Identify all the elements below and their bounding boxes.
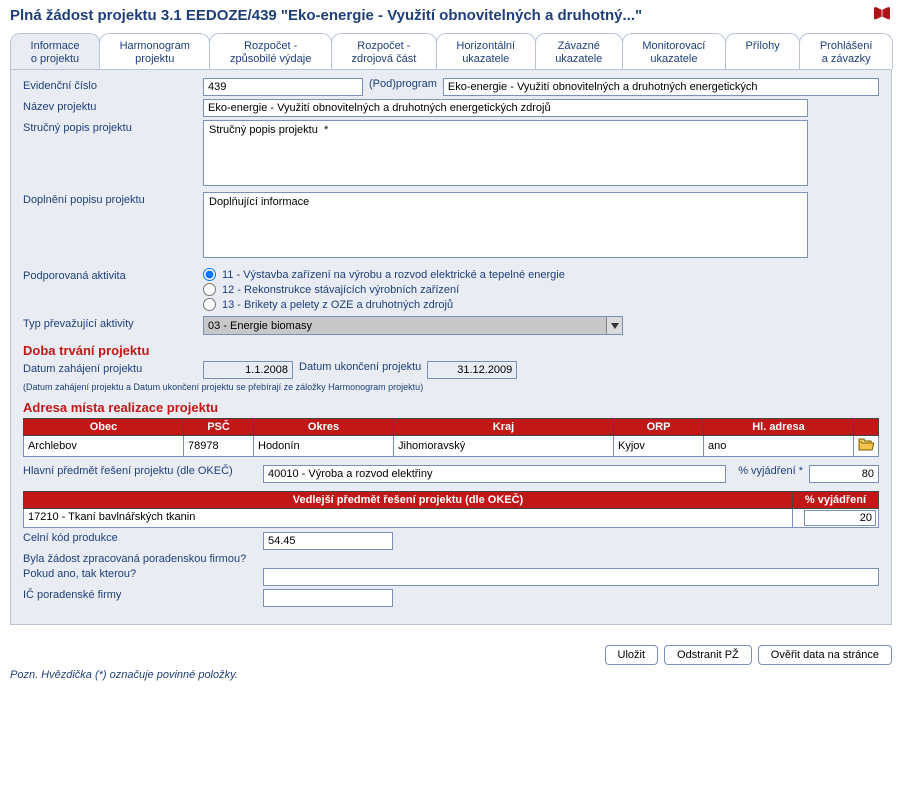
label-podpor: Podporovaná aktivita [23,268,203,282]
pokud-input[interactable] [263,568,879,586]
label-ic: IČ poradenské firmy [23,589,263,601]
th-orp: ORP [614,419,704,436]
th-hladresa: Hl. adresa [704,419,854,436]
tab-informace[interactable]: Informaceo projektu [10,33,100,69]
ukonceni-input [427,361,517,379]
strucny-textarea[interactable] [203,120,808,186]
vedlejsi-row: 17210 - Tkaní bavlnářských tkanin [23,509,879,528]
save-button[interactable]: Uložit [605,645,659,665]
label-doplneni: Doplnění popisu projektu [23,192,203,206]
footnote: Pozn. Hvězdička (*) označuje povinné pol… [0,669,902,691]
label-byla: Byla žádost zpracovaná poradenskou firmo… [23,553,263,565]
label-celni: Celní kód produkce [23,532,263,544]
help-book-icon[interactable] [872,6,892,25]
radio-12[interactable] [203,283,216,296]
podprogram-input[interactable] [443,78,879,96]
section-doba: Doba trvání projektu [23,343,879,358]
open-folder-icon[interactable] [854,436,879,457]
delete-button[interactable]: Odstranit PŽ [664,645,752,665]
label-pokud: Pokud ano, tak kterou? [23,568,263,580]
th-action [854,419,879,436]
chevron-down-icon[interactable] [606,317,622,334]
tab-zavazne[interactable]: Závaznéukazatele [535,33,623,69]
tab-harmonogram[interactable]: Harmonogramprojektu [99,33,210,69]
radio-13[interactable] [203,298,216,311]
th-okres: Okres [254,419,394,436]
label-zahajeni: Datum zahájení projektu [23,361,203,375]
label-podprogram: (Pod)program [363,78,443,90]
radio-11[interactable] [203,268,216,281]
evid-input[interactable] [203,78,363,96]
verify-button[interactable]: Ověřit data na stránce [758,645,892,665]
vedlejsi-pct-input[interactable] [804,510,876,526]
tab-prohlaseni[interactable]: Prohlášenía závazky [799,33,893,69]
label-ukonceni: Datum ukončení projektu [293,361,427,373]
hlavni-predmet-input[interactable] [263,465,726,483]
section-adresa: Adresa místa realizace projektu [23,400,879,415]
th-obec: Obec [24,419,184,436]
tab-prilohy[interactable]: Přílohy [725,33,800,69]
label-typ: Typ převažující aktivity [23,316,203,330]
tab-rozpocet-vydaje[interactable]: Rozpočet -způsobilé výdaje [209,33,331,69]
th-kraj: Kraj [394,419,614,436]
page-title: Plná žádost projektu 3.1 EEDOZE/439 "Eko… [10,7,642,24]
form-panel: Evidenční číslo (Pod)program Název proje… [10,69,892,625]
tab-rozpocet-zdroj[interactable]: Rozpočet -zdrojová část [331,33,437,69]
address-table: Obec PSČ Okres Kraj ORP Hl. adresa Archl… [23,418,879,457]
vyjadreni-input[interactable] [809,465,879,483]
tab-monitorovaci[interactable]: Monitorovacíukazatele [622,33,726,69]
ic-input[interactable] [263,589,393,607]
tabs: Informaceo projektu Harmonogramprojektu … [10,33,892,69]
doplneni-textarea[interactable] [203,192,808,258]
label-evid: Evidenční číslo [23,78,203,92]
zahajeni-input [203,361,293,379]
doba-note: (Datum zahájení projektu a Datum ukončen… [23,382,879,392]
typ-select[interactable]: 03 - Energie biomasy [203,316,623,335]
label-vyjadreni: % vyjádření * [732,465,809,477]
table-row: Archlebov 78978 Hodonín Jihomoravský Kyj… [24,436,879,457]
vedlejsi-header: Vedlejší předmět řešení projektu (dle OK… [23,491,879,509]
tab-horizontalni[interactable]: Horizontálníukazatele [436,33,536,69]
th-psc: PSČ [184,419,254,436]
label-hlavni-predmet: Hlavní předmět řešení projektu (dle OKEČ… [23,465,263,477]
label-nazev: Název projektu [23,99,203,113]
label-strucny: Stručný popis projektu [23,120,203,134]
celni-input[interactable] [263,532,393,550]
nazev-input[interactable] [203,99,808,117]
